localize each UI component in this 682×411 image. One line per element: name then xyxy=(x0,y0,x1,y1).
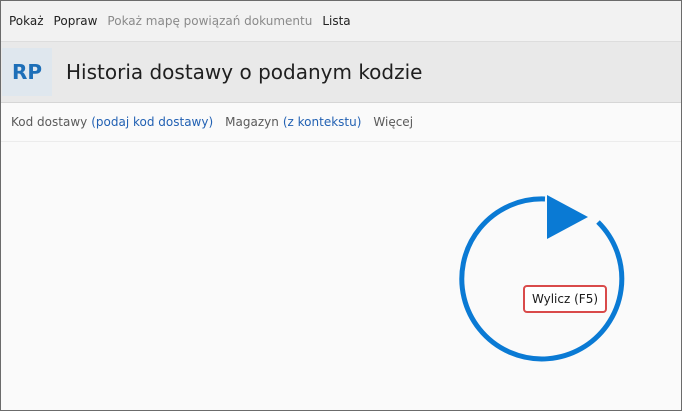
page-badge: RP xyxy=(2,48,52,96)
filter-delivery-code-value[interactable]: (podaj kod dostawy) xyxy=(91,115,213,129)
app-window: Pokaż Popraw Pokaż mapę powiązań dokumen… xyxy=(0,0,682,411)
page-title: Historia dostawy o podanym kodzie xyxy=(66,60,423,84)
calculate-button[interactable]: Wylicz (F5) xyxy=(523,285,607,313)
filter-more-link[interactable]: Więcej xyxy=(373,115,413,129)
menu-item-lista[interactable]: Lista xyxy=(322,14,350,28)
menu-item-pokaz[interactable]: Pokaż xyxy=(9,14,44,28)
filter-warehouse-label: Magazyn xyxy=(225,115,279,129)
refresh-icon[interactable] xyxy=(1,142,681,410)
filter-bar: Kod dostawy (podaj kod dostawy) Magazyn … xyxy=(1,103,681,142)
menu-bar: Pokaż Popraw Pokaż mapę powiązań dokumen… xyxy=(1,1,681,41)
filter-warehouse[interactable]: Magazyn (z kontekstu) xyxy=(225,115,361,129)
filter-warehouse-value[interactable]: (z kontekstu) xyxy=(283,115,362,129)
page-header: RP Historia dostawy o podanym kodzie xyxy=(1,41,681,103)
menu-item-document-map: Pokaż mapę powiązań dokumentu xyxy=(107,14,313,28)
menu-item-popraw[interactable]: Popraw xyxy=(54,14,98,28)
refresh-ring xyxy=(459,196,625,362)
content-area: Wylicz (F5) xyxy=(1,142,681,410)
refresh-arrowhead xyxy=(547,195,588,239)
filter-delivery-code[interactable]: Kod dostawy (podaj kod dostawy) xyxy=(11,115,213,129)
filter-delivery-code-label: Kod dostawy xyxy=(11,115,88,129)
